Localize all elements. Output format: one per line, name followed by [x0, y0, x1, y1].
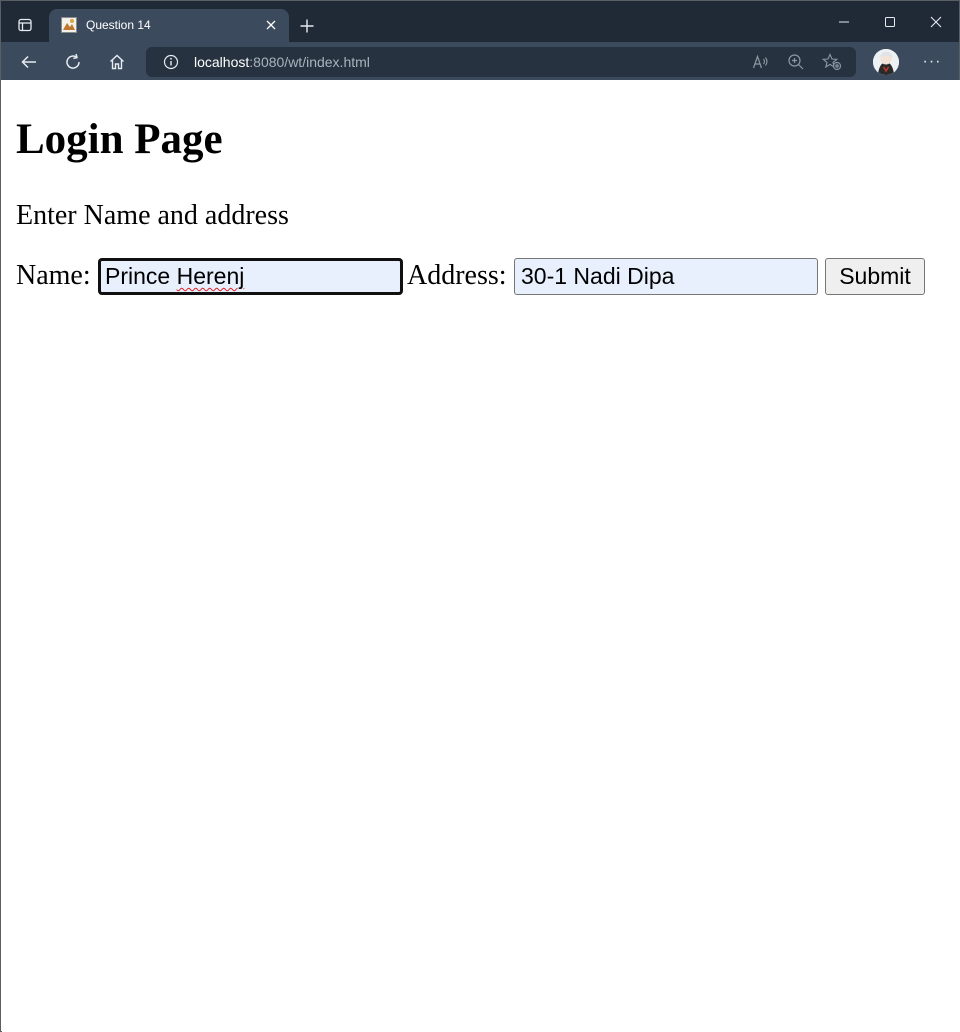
close-tab-icon[interactable]: [263, 17, 279, 33]
address-url[interactable]: localhost:8080/wt/index.html: [194, 54, 370, 70]
browser-window: Question 14 localhost:8080/wt/index.html…: [0, 0, 960, 1032]
site-info-icon[interactable]: [162, 53, 180, 71]
url-path: :8080/wt/index.html: [249, 54, 370, 70]
page-favicon-icon: [61, 17, 77, 33]
address-input[interactable]: 30-1 Nadi Dipa: [514, 258, 818, 295]
profile-avatar[interactable]: [873, 49, 899, 75]
address-input-value: 30-1 Nadi Dipa: [521, 263, 675, 289]
reload-icon[interactable]: [59, 49, 87, 75]
tab-question-14[interactable]: Question 14: [49, 9, 289, 42]
name-misspelled-word: Herenj: [176, 263, 245, 289]
home-icon[interactable]: [103, 49, 131, 75]
settings-more-icon[interactable]: ···: [919, 50, 945, 74]
page-subtitle: Enter Name and address: [16, 200, 289, 231]
zoom-icon[interactable]: [785, 52, 807, 72]
new-tab-icon[interactable]: [297, 16, 317, 36]
tab-actions-icon[interactable]: [11, 11, 39, 39]
read-aloud-icon[interactable]: [750, 52, 772, 72]
name-label: Name:: [16, 260, 91, 291]
page-title: Login Page: [16, 116, 223, 163]
page-content: Login Page Enter Name and address Name: …: [2, 80, 960, 1032]
name-input-value: Prince Herenj: [105, 263, 244, 290]
maximize-icon[interactable]: [867, 9, 913, 35]
login-form: Name: Prince Herenj Address: 30-1 Nadi D…: [16, 258, 956, 298]
close-window-icon[interactable]: [913, 9, 959, 35]
submit-button[interactable]: Submit: [825, 258, 925, 295]
minimize-icon[interactable]: [821, 9, 867, 35]
url-host: localhost: [194, 54, 250, 70]
name-first-word: Prince: [105, 263, 171, 289]
tab-bar: Question 14: [1, 1, 959, 42]
browser-toolbar: localhost:8080/wt/index.html ···: [1, 42, 959, 80]
back-arrow-icon[interactable]: [15, 49, 43, 75]
name-input[interactable]: Prince Herenj: [98, 258, 403, 295]
add-favorite-icon[interactable]: [821, 52, 843, 72]
address-bar[interactable]: localhost:8080/wt/index.html: [146, 47, 856, 77]
tab-title: Question 14: [86, 18, 151, 32]
address-label: Address:: [407, 260, 507, 291]
